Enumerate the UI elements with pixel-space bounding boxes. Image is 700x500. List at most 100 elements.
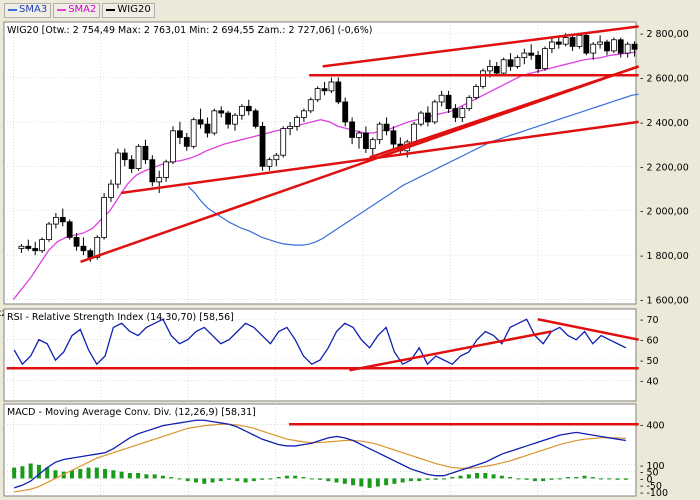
macd-hist-bar [508, 477, 513, 479]
candle-body [149, 159, 156, 183]
macd-hist-bar [12, 467, 17, 479]
legend-item-sma2[interactable]: SMA2 [53, 2, 101, 18]
candle-body [59, 217, 66, 223]
candle-body [542, 48, 548, 70]
macd-hist-bar [433, 478, 438, 480]
chart-legend: SMA3 SMA2 WIG20 [0, 0, 700, 20]
macd-hist-bar [78, 468, 83, 479]
candle-body [356, 132, 362, 138]
y-tick-label: - 2 600,00 [640, 74, 689, 85]
candle-body [411, 123, 418, 143]
candle-body [204, 123, 211, 134]
candle-body [280, 128, 287, 156]
legend-item-sma3[interactable]: SMA3 [4, 2, 52, 18]
candle-body [314, 88, 321, 101]
candle-body [197, 119, 204, 125]
candle-body [342, 101, 349, 123]
macd-hist-bar [20, 466, 25, 479]
candle-body [87, 250, 94, 258]
y-tick-label: - 2 800,00 [640, 29, 689, 40]
macd-hist-bar [475, 473, 480, 479]
macd-hist-bar [590, 477, 595, 479]
candle-body [163, 161, 170, 178]
candle-body [507, 59, 514, 67]
macd-hist-bar [86, 467, 91, 479]
candle-body [383, 123, 390, 132]
panel-frame [3, 21, 637, 305]
candle-body [266, 159, 273, 167]
legend-item-wig20[interactable]: WIG20 [102, 2, 155, 18]
macd-hist-bar [367, 478, 372, 488]
macd-hist-bar [103, 468, 108, 479]
candle-body [590, 43, 597, 54]
y-tick-label: - 40 [640, 377, 659, 388]
macd-hist-bar [615, 478, 620, 480]
macd-hist-bar [541, 478, 546, 482]
macd-hist-bar [235, 478, 240, 482]
macd-hist-bar [466, 474, 471, 479]
macd-hist-bar [318, 478, 322, 480]
macd-hist-bar [202, 478, 207, 484]
macd-hist-bar [28, 463, 33, 479]
candle-body [238, 105, 245, 116]
candle-body [521, 52, 528, 58]
macd-hist-bar [442, 478, 446, 480]
candle-body [142, 145, 149, 161]
candle-body [335, 81, 342, 103]
candle-body [73, 236, 80, 247]
macd-hist-bar [516, 478, 521, 480]
macd-hist-bar [36, 464, 41, 479]
candle-body [190, 119, 197, 147]
candle-body [294, 117, 300, 127]
macd-hist-bar [483, 473, 488, 479]
candle-body [80, 245, 87, 252]
macd-hist-bar [450, 477, 455, 479]
candle-body [156, 177, 163, 183]
candle-body [39, 239, 46, 252]
candle-body [604, 41, 610, 52]
y-tick-label: - 1 800,00 [640, 251, 689, 262]
candle-body [225, 112, 232, 125]
macd-hist-bar [351, 478, 356, 486]
candle-body [349, 121, 356, 138]
candle-body [128, 159, 135, 169]
y-tick-label: - 50 [640, 356, 659, 367]
candle-body [170, 130, 176, 163]
candle-body [459, 108, 466, 118]
candle-body [135, 145, 142, 169]
candle-body [183, 137, 190, 147]
macd-hist-bar [111, 470, 116, 479]
macd-hist-bar [607, 478, 612, 480]
macd-hist-bar [94, 467, 99, 479]
y-tick-label: - 1 600,00 [640, 296, 689, 307]
macd-hist-bar [309, 478, 314, 480]
macd-hist-bar [293, 475, 298, 479]
legend-swatch [106, 9, 116, 11]
candle-body [500, 59, 507, 74]
candle-body [535, 54, 542, 70]
candle-body [528, 52, 535, 56]
candle-body [101, 197, 108, 238]
candle-body [245, 105, 252, 112]
macd-hist-bar [276, 477, 281, 479]
legend-swatch [8, 9, 17, 11]
macd-hist-bar [375, 478, 380, 487]
macd-hist-bar [342, 478, 347, 484]
candle-body [418, 112, 424, 125]
macd-hist-bar [557, 478, 562, 480]
candle-body [108, 183, 114, 198]
candle-body [576, 34, 583, 47]
candle-body [390, 130, 397, 145]
legend-label: SMA3 [19, 4, 48, 15]
candle-body [548, 41, 555, 50]
candle-body [25, 245, 32, 249]
candle-body [176, 130, 183, 138]
candle-body [624, 43, 631, 54]
macd-hist-bar [524, 478, 529, 480]
macd-hist-bar [177, 478, 182, 480]
macd-hist-bar [408, 478, 413, 482]
candle-body [486, 66, 493, 72]
candle-body [362, 132, 369, 149]
macd-hist-bar [549, 478, 554, 480]
macd-hist-bar [499, 475, 504, 479]
